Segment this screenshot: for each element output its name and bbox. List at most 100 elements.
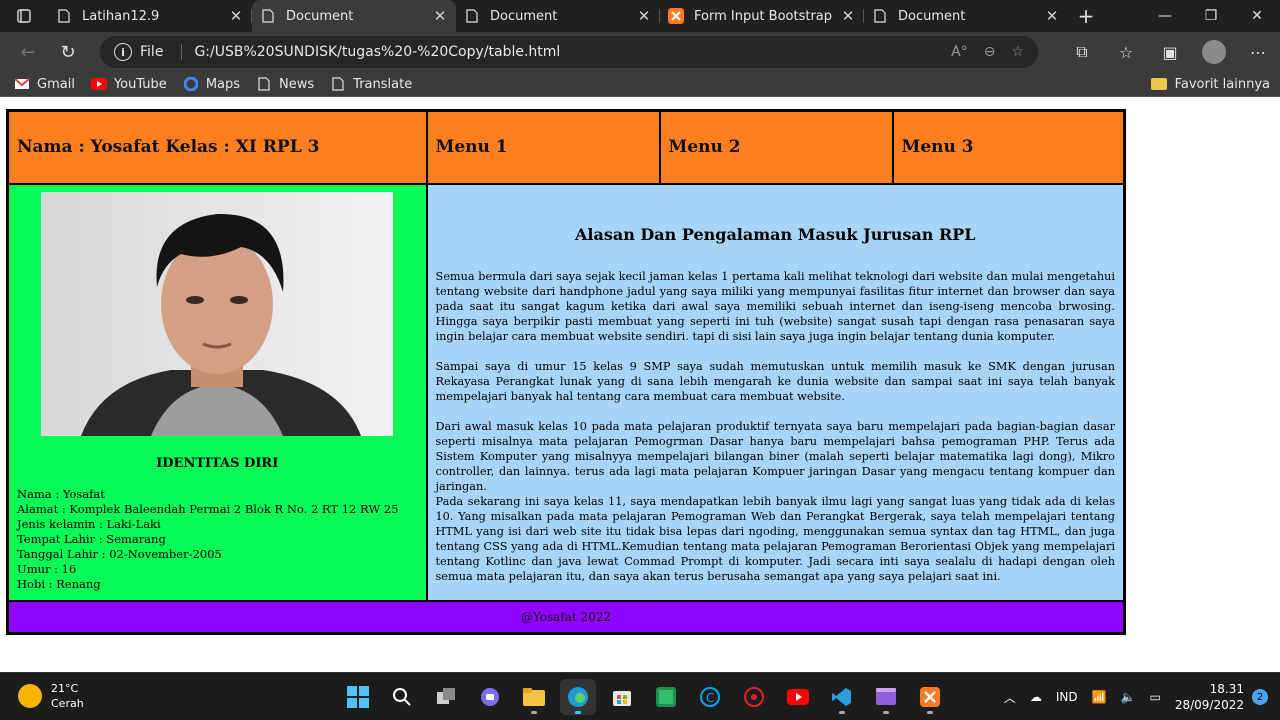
- tab-document-2[interactable]: Document ✕: [456, 0, 660, 32]
- bookmark-translate[interactable]: Translate: [330, 76, 412, 92]
- search-icon[interactable]: [384, 679, 420, 715]
- start-icon[interactable]: [340, 679, 376, 715]
- bookmark-gmail[interactable]: Gmail: [14, 76, 75, 92]
- page-viewport: Nama : Yosafat Kelas : XI RPL 3 Menu 1 M…: [0, 96, 1280, 672]
- weather-widget[interactable]: 21°C Cerah: [18, 681, 84, 711]
- tab-form-input-bootstrap[interactable]: Form Input Bootstrap ✕: [660, 0, 864, 32]
- identity-gender: Jenis kelamin : Laki-Laki: [17, 516, 161, 531]
- tab-strip: Latihan12.9 ✕ Document ✕ Document ✕ Form…: [0, 0, 1280, 32]
- navigation-toolbar: ← ↻ i File G:/USB%20SUNDISK/tugas%20-%20…: [0, 32, 1280, 72]
- close-icon[interactable]: ✕: [228, 7, 244, 25]
- avatar[interactable]: [1202, 40, 1226, 64]
- extensions-icon[interactable]: ⧉: [1060, 32, 1104, 72]
- footer: @Yosafat 2022: [6, 599, 1126, 635]
- task-view-icon[interactable]: [428, 679, 464, 715]
- identity-address: Alamat : Komplek Baleendah Permai 2 Blok…: [17, 501, 399, 516]
- menu-3[interactable]: Menu 3: [891, 109, 1126, 185]
- weather-temp: 21°C: [51, 682, 79, 695]
- store-icon[interactable]: [604, 679, 640, 715]
- tab-label: Document: [898, 8, 966, 24]
- identity-hobby: Hobi : Renang: [17, 576, 101, 591]
- zoom-icon[interactable]: ⊖: [984, 44, 996, 60]
- gmail-icon: [14, 76, 30, 92]
- close-window-button[interactable]: ✕: [1234, 0, 1280, 32]
- profile-photo: [41, 191, 393, 436]
- close-icon[interactable]: ✕: [1044, 7, 1060, 25]
- menu-1[interactable]: Menu 1: [425, 109, 661, 185]
- xampp-icon: [668, 8, 684, 24]
- tab-latihan[interactable]: Latihan12.9 ✕: [48, 0, 252, 32]
- file-explorer-icon[interactable]: [516, 679, 552, 715]
- article-paragraph: Dari awal masuk kelas 10 pada mata pelaj…: [435, 419, 1116, 493]
- identity-birthdate: Tanggal Lahir : 02-November-2005: [17, 546, 222, 561]
- collections-icon[interactable]: ▣: [1148, 32, 1192, 72]
- c-app-icon[interactable]: C: [692, 679, 728, 715]
- article-paragraph: Semua bermula dari saya sejak kecil jama…: [435, 269, 1116, 343]
- page-icon: [56, 8, 72, 24]
- bookmark-youtube[interactable]: YouTube: [90, 76, 167, 92]
- chat-icon[interactable]: [472, 679, 508, 715]
- page-icon: [256, 76, 272, 92]
- page-icon: [260, 8, 276, 24]
- add-favorite-icon[interactable]: ☆: [1011, 44, 1024, 60]
- window-controls: — ❐ ✕: [1142, 0, 1280, 32]
- google-icon: [183, 76, 199, 92]
- system-tray: ︿ ☁ IND 📶 🔈 ▭ 18.31 28/09/2022 2: [1004, 673, 1280, 720]
- scheme-label: File: [140, 44, 164, 60]
- clock[interactable]: 18.31 28/09/2022: [1175, 681, 1244, 713]
- close-icon[interactable]: ✕: [636, 7, 652, 25]
- wifi-icon[interactable]: 📶: [1092, 690, 1107, 704]
- other-favorites[interactable]: Favorit lainnya: [1150, 72, 1270, 96]
- info-icon[interactable]: i: [114, 43, 132, 61]
- taskbar-apps: C: [340, 679, 948, 715]
- cloud-icon[interactable]: ☁: [1030, 690, 1042, 704]
- new-tab-button[interactable]: +: [1068, 0, 1104, 32]
- identity-birthplace: Tempat Lahir : Semarang: [17, 531, 166, 546]
- identity-name: Nama : Yosafat: [17, 486, 105, 501]
- edge-icon[interactable]: [560, 679, 596, 715]
- clock-date: 28/09/2022: [1174, 698, 1244, 712]
- identity-title: IDENTITAS DIRI: [156, 455, 279, 471]
- back-button[interactable]: ←: [8, 32, 48, 72]
- bookmark-news[interactable]: News: [256, 76, 314, 92]
- article-paragraph: Sampai saya di umur 15 kelas 9 SMP saya …: [435, 359, 1116, 403]
- identity-panel: IDENTITAS DIRI Nama : Yosafat Alamat : K…: [6, 182, 428, 602]
- folder-icon: [1150, 78, 1167, 90]
- clipchamp-icon[interactable]: [868, 679, 904, 715]
- taskbar: 21°C Cerah C ︿ ☁ IND 📶 🔈 ▭ 18.31 28/09/2…: [0, 672, 1280, 720]
- youtube-icon: [90, 76, 107, 92]
- read-aloud-icon[interactable]: A°: [951, 44, 968, 60]
- layout-table: Nama : Yosafat Kelas : XI RPL 3 Menu 1 M…: [6, 109, 1126, 635]
- tab-label: Latihan12.9: [82, 8, 160, 24]
- notification-badge[interactable]: 2: [1252, 689, 1268, 705]
- bookmark-maps[interactable]: Maps: [183, 76, 240, 92]
- more-menu-icon[interactable]: ⋯: [1236, 32, 1280, 72]
- xampp-icon[interactable]: [912, 679, 948, 715]
- chevron-up-icon[interactable]: ︿: [1004, 689, 1016, 706]
- article-panel: Alasan Dan Pengalaman Masuk Jurusan RPL …: [425, 182, 1126, 602]
- vscode-icon[interactable]: [824, 679, 860, 715]
- minimize-button[interactable]: —: [1142, 0, 1188, 32]
- dev-app-icon[interactable]: [736, 679, 772, 715]
- header-name-class: Nama : Yosafat Kelas : XI RPL 3: [6, 109, 428, 185]
- url-text[interactable]: G:/USB%20SUNDISK/tugas%20-%20Copy/table.…: [194, 44, 951, 60]
- youtube-icon[interactable]: [780, 679, 816, 715]
- volume-icon[interactable]: 🔈: [1121, 690, 1136, 704]
- menu-2[interactable]: Menu 2: [658, 109, 894, 185]
- battery-icon[interactable]: ▭: [1149, 690, 1160, 704]
- refresh-button[interactable]: ↻: [48, 32, 88, 72]
- tab-document-3[interactable]: Document ✕: [864, 0, 1068, 32]
- tab-actions-button[interactable]: [0, 0, 48, 32]
- excel-icon[interactable]: [648, 679, 684, 715]
- language-indicator[interactable]: IND: [1056, 690, 1078, 704]
- tab-actions-icon: [17, 9, 31, 23]
- close-icon[interactable]: ✕: [432, 7, 448, 25]
- tab-label: Form Input Bootstrap: [694, 8, 833, 24]
- restore-button[interactable]: ❐: [1188, 0, 1234, 32]
- favorites-icon[interactable]: ☆: [1104, 32, 1148, 72]
- address-bar[interactable]: i File G:/USB%20SUNDISK/tugas%20-%20Copy…: [100, 36, 1038, 68]
- close-icon[interactable]: ✕: [840, 7, 856, 25]
- page-icon: [464, 8, 480, 24]
- page-icon: [872, 8, 888, 24]
- tab-document-active[interactable]: Document ✕: [252, 0, 456, 32]
